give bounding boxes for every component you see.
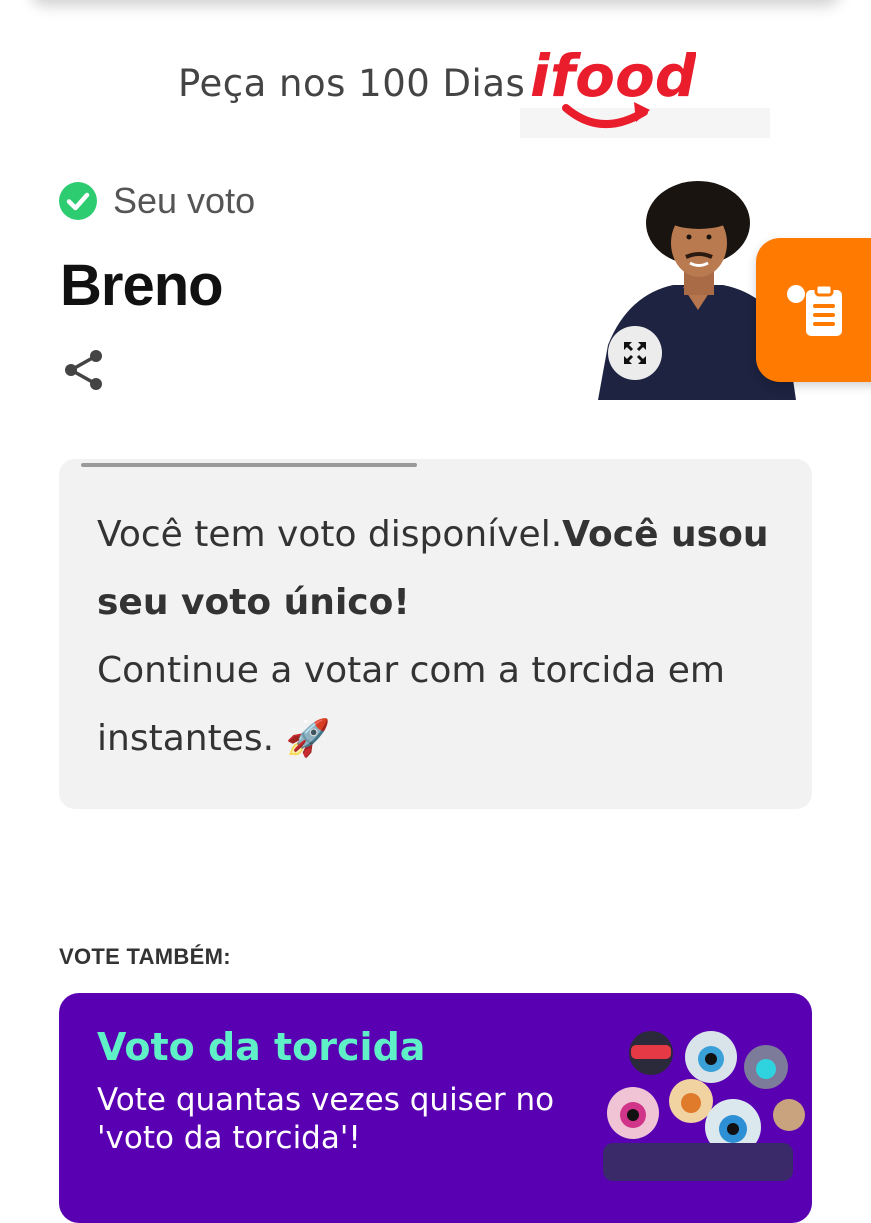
sponsor-banner[interactable]: Peça nos 100 Dias ifood: [0, 18, 871, 138]
share-icon[interactable]: [62, 348, 106, 392]
continue-text: Continue a votar com a torcida em instan…: [97, 650, 725, 759]
available-vote-text: Você tem voto disponível.: [97, 514, 563, 555]
vote-status-message: Você tem voto disponível.Você usou seu v…: [97, 501, 787, 773]
your-vote-row: Seu voto: [59, 180, 255, 222]
crowd-vote-title: Voto da torcida: [97, 1025, 426, 1069]
clipboard-icon: [787, 283, 842, 336]
vote-also-heading: VOTE TAMBÉM:: [59, 944, 231, 969]
vote-status-card: Você tem voto disponível.Você usou seu v…: [59, 459, 812, 809]
ifood-logo-text: ifood: [530, 42, 696, 110]
card-progress-bar: [81, 463, 417, 467]
sponsor-text: Peça nos 100 Dias: [178, 62, 526, 105]
expand-icon: [624, 342, 646, 364]
expand-photo-button[interactable]: [608, 326, 662, 380]
your-vote-label: Seu voto: [113, 180, 256, 221]
candidate-name: Breno: [60, 253, 224, 318]
eye-mascots-illustration: [603, 1031, 805, 1181]
crowd-vote-card[interactable]: Voto da torcida Vote quantas vezes quise…: [59, 993, 812, 1223]
check-circle-icon: [59, 182, 97, 220]
crowd-vote-description: Vote quantas vezes quiser no 'voto da to…: [97, 1082, 555, 1156]
floating-clipboard-button[interactable]: [756, 238, 871, 382]
ifood-logo: ifood: [530, 42, 696, 128]
